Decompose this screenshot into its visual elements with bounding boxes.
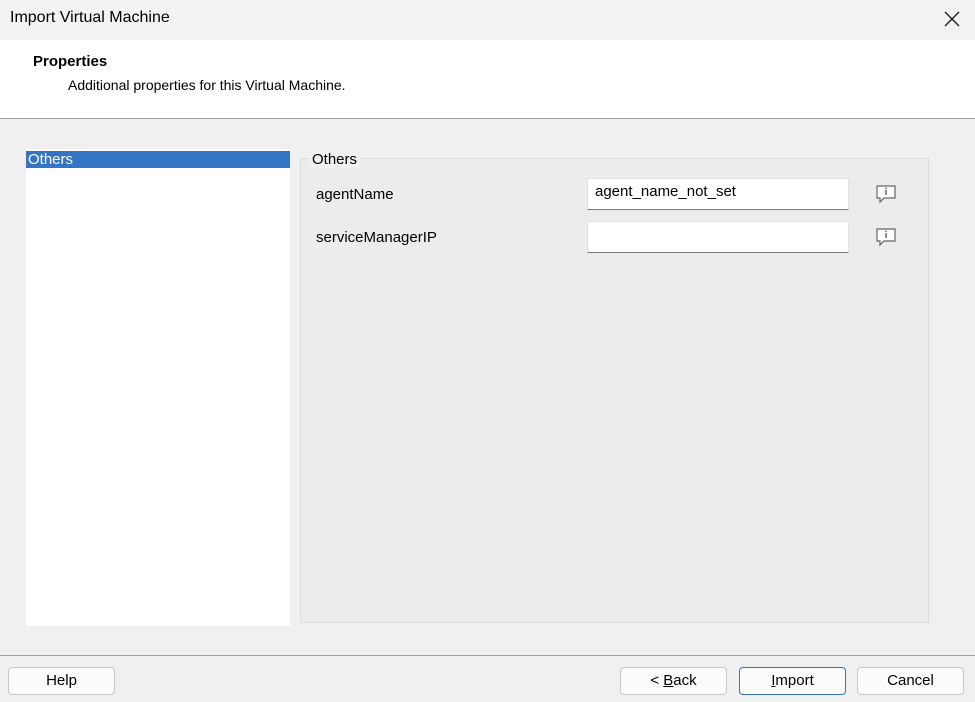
header-subtitle: Additional properties for this Virtual M… — [68, 77, 346, 93]
category-item-others[interactable]: Others — [26, 151, 290, 168]
category-list[interactable]: Others — [26, 149, 290, 626]
footer-divider — [0, 655, 975, 656]
service-manager-ip-label: serviceManagerIP — [316, 229, 437, 246]
close-button[interactable] — [929, 0, 975, 38]
import-button[interactable]: Import — [739, 667, 846, 695]
service-manager-ip-input[interactable] — [587, 221, 849, 253]
header-divider — [0, 118, 975, 119]
back-button-prefix: < — [650, 672, 664, 689]
title-bar: Import Virtual Machine — [0, 0, 975, 40]
service-manager-ip-info-icon[interactable] — [875, 227, 897, 247]
agent-name-info-icon[interactable] — [875, 184, 897, 204]
cancel-button[interactable]: Cancel — [857, 667, 964, 695]
back-button-rest: ack — [673, 672, 697, 689]
agent-name-input[interactable] — [587, 178, 849, 210]
import-button-rest: mport — [775, 672, 814, 689]
help-button[interactable]: Help — [8, 667, 115, 695]
back-button[interactable]: < Back — [620, 667, 727, 695]
groupbox-title: Others — [309, 151, 361, 168]
close-icon — [944, 11, 960, 27]
import-vm-dialog: Import Virtual Machine Properties Additi… — [0, 0, 975, 702]
wizard-header: Properties Additional properties for thi… — [0, 40, 975, 118]
agent-name-label: agentName — [316, 186, 394, 203]
window-title: Import Virtual Machine — [10, 9, 170, 26]
back-button-mnemonic: B — [663, 672, 674, 689]
header-title: Properties — [33, 53, 108, 70]
